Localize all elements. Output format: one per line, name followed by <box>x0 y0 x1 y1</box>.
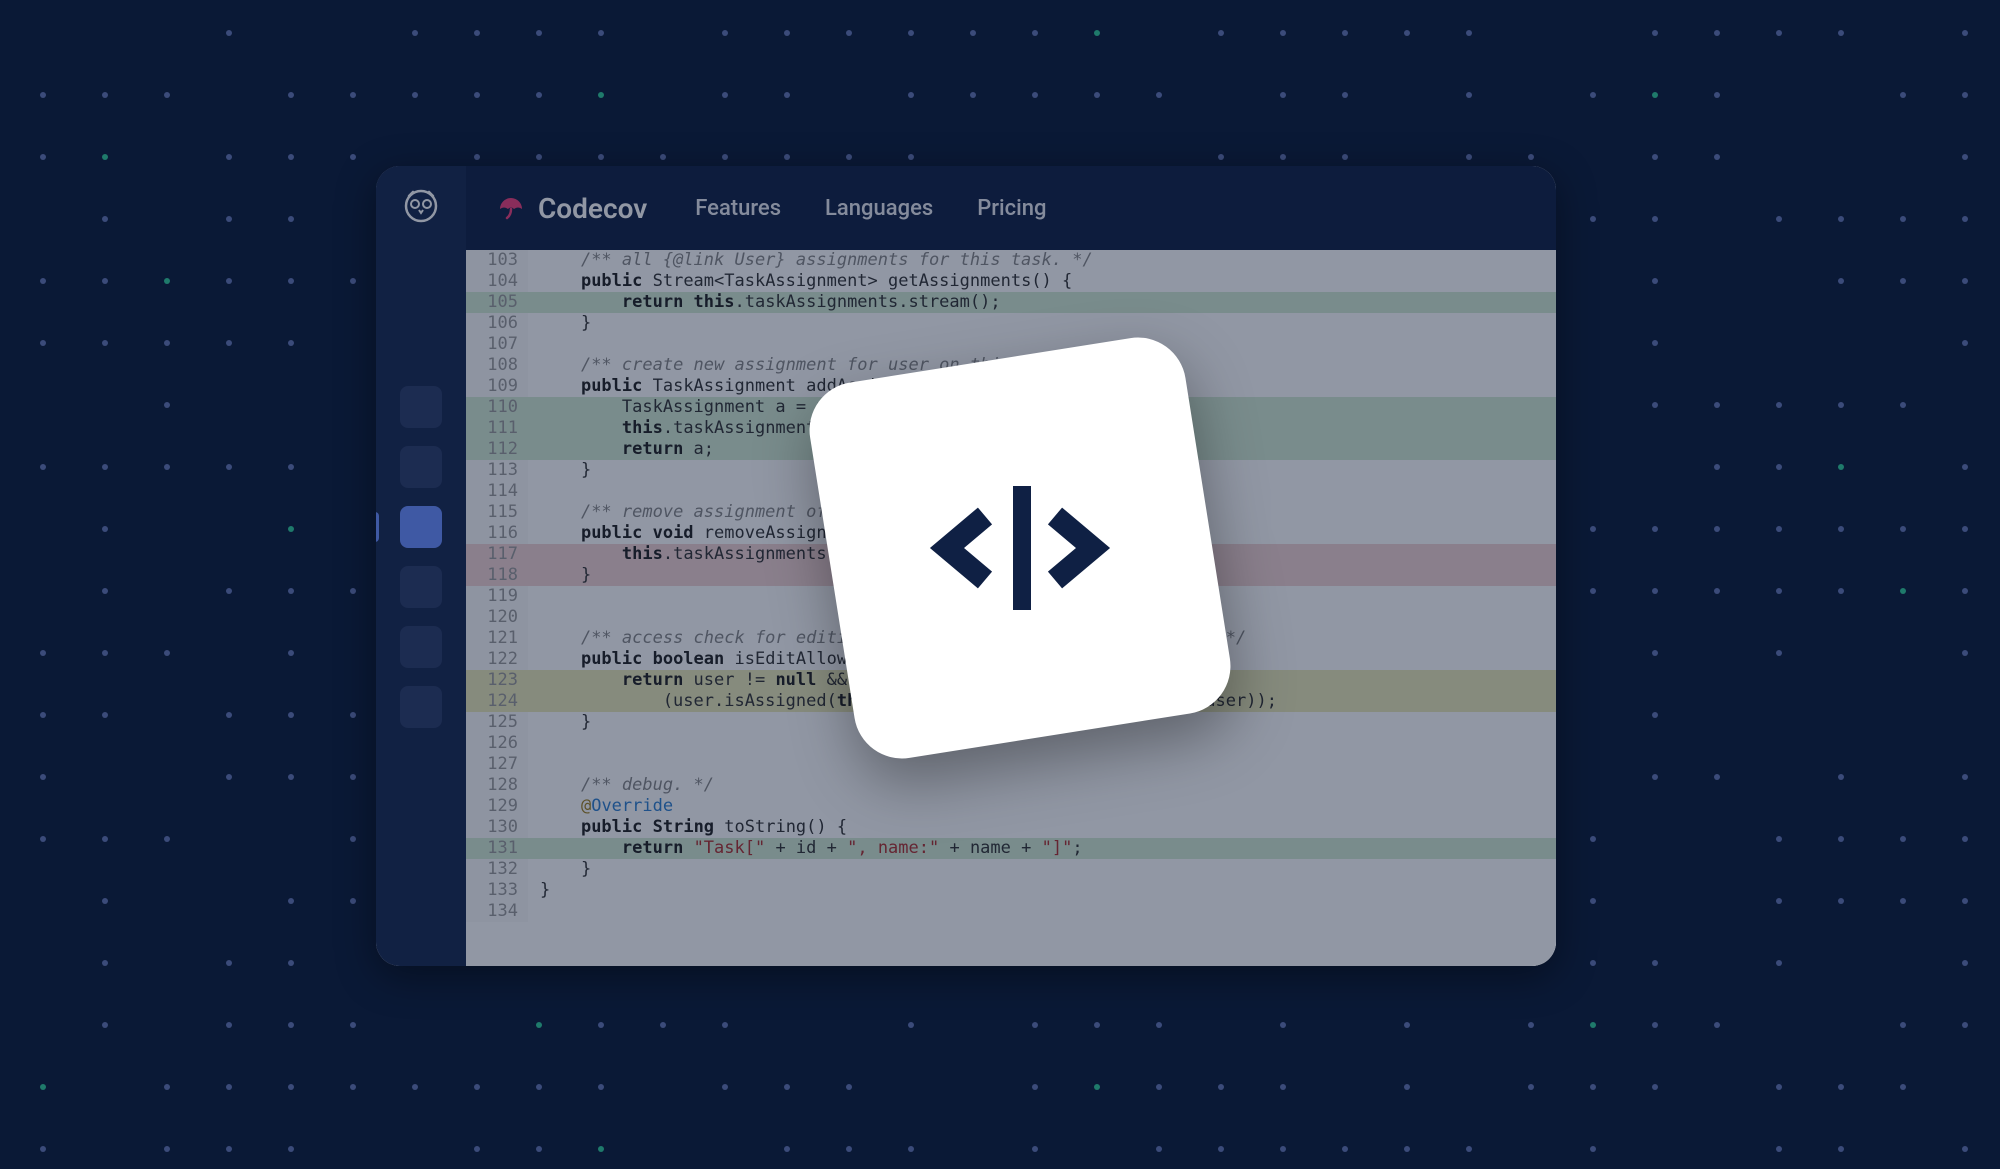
line-number: 120 <box>466 607 528 628</box>
line-number: 132 <box>466 859 528 880</box>
nav-pricing[interactable]: Pricing <box>977 196 1046 221</box>
nav-links: Features Languages Pricing <box>695 196 1046 221</box>
line-content: return this.taskAssignments.stream(); <box>528 292 1556 313</box>
line-content: /** debug. */ <box>528 775 1556 796</box>
line-number: 124 <box>466 691 528 712</box>
brand-name: Codecov <box>538 192 647 225</box>
line-content: /** all {@link User} assignments for thi… <box>528 250 1556 271</box>
line-number: 128 <box>466 775 528 796</box>
code-line: 133} <box>466 880 1556 901</box>
line-number: 129 <box>466 796 528 817</box>
code-line: 127 <box>466 754 1556 775</box>
code-line: 106 } <box>466 313 1556 334</box>
line-number: 123 <box>466 670 528 691</box>
line-number: 114 <box>466 481 528 502</box>
line-content: } <box>528 880 1556 901</box>
line-number: 104 <box>466 271 528 292</box>
sidebar-item-6[interactable] <box>400 686 442 728</box>
line-number: 113 <box>466 460 528 481</box>
line-content <box>528 754 1556 775</box>
line-number: 115 <box>466 502 528 523</box>
line-number: 103 <box>466 250 528 271</box>
line-number: 109 <box>466 376 528 397</box>
line-number: 106 <box>466 313 528 334</box>
line-number: 111 <box>466 418 528 439</box>
line-content: @Override <box>528 796 1556 817</box>
line-number: 130 <box>466 817 528 838</box>
line-number: 134 <box>466 901 528 922</box>
line-content: public Stream<TaskAssignment> getAssignm… <box>528 271 1556 292</box>
code-line: 129 @Override <box>466 796 1556 817</box>
codecov-umbrella-icon <box>496 193 526 223</box>
code-slash-icon <box>925 468 1115 628</box>
nav-features[interactable]: Features <box>695 196 781 221</box>
code-line: 132 } <box>466 859 1556 880</box>
sidebar-item-1[interactable] <box>400 386 442 428</box>
code-line: 104 public Stream<TaskAssignment> getAss… <box>466 271 1556 292</box>
line-number: 125 <box>466 712 528 733</box>
code-line: 105 return this.taskAssignments.stream()… <box>466 292 1556 313</box>
line-number: 110 <box>466 397 528 418</box>
line-number: 116 <box>466 523 528 544</box>
line-number: 112 <box>466 439 528 460</box>
sidebar-item-3-active[interactable] <box>400 506 442 548</box>
line-content: public String toString() { <box>528 817 1556 838</box>
line-number: 133 <box>466 880 528 901</box>
code-line: 128 /** debug. */ <box>466 775 1556 796</box>
code-line: 134 <box>466 901 1556 922</box>
owl-logo-icon <box>401 186 441 226</box>
code-line: 130 public String toString() { <box>466 817 1556 838</box>
line-number: 118 <box>466 565 528 586</box>
sidebar-item-4[interactable] <box>400 566 442 608</box>
nav-languages[interactable]: Languages <box>825 196 933 221</box>
line-content: return "Task[" + id + ", name:" + name +… <box>528 838 1556 859</box>
line-number: 117 <box>466 544 528 565</box>
line-number: 105 <box>466 292 528 313</box>
code-line: 107 <box>466 334 1556 355</box>
sidebar-item-2[interactable] <box>400 446 442 488</box>
line-content <box>528 901 1556 922</box>
code-line: 103 /** all {@link User} assignments for… <box>466 250 1556 271</box>
line-number: 119 <box>466 586 528 607</box>
line-number: 107 <box>466 334 528 355</box>
line-number: 126 <box>466 733 528 754</box>
line-content: } <box>528 859 1556 880</box>
brand[interactable]: Codecov <box>496 192 647 225</box>
line-number: 108 <box>466 355 528 376</box>
line-number: 127 <box>466 754 528 775</box>
line-number: 122 <box>466 649 528 670</box>
line-number: 131 <box>466 838 528 859</box>
code-icon-card <box>803 331 1238 766</box>
sidebar-item-5[interactable] <box>400 626 442 668</box>
code-line: 131 return "Task[" + id + ", name:" + na… <box>466 838 1556 859</box>
navbar: Codecov Features Languages Pricing <box>376 166 1556 250</box>
line-number: 121 <box>466 628 528 649</box>
line-content: } <box>528 313 1556 334</box>
sidebar <box>376 166 466 966</box>
